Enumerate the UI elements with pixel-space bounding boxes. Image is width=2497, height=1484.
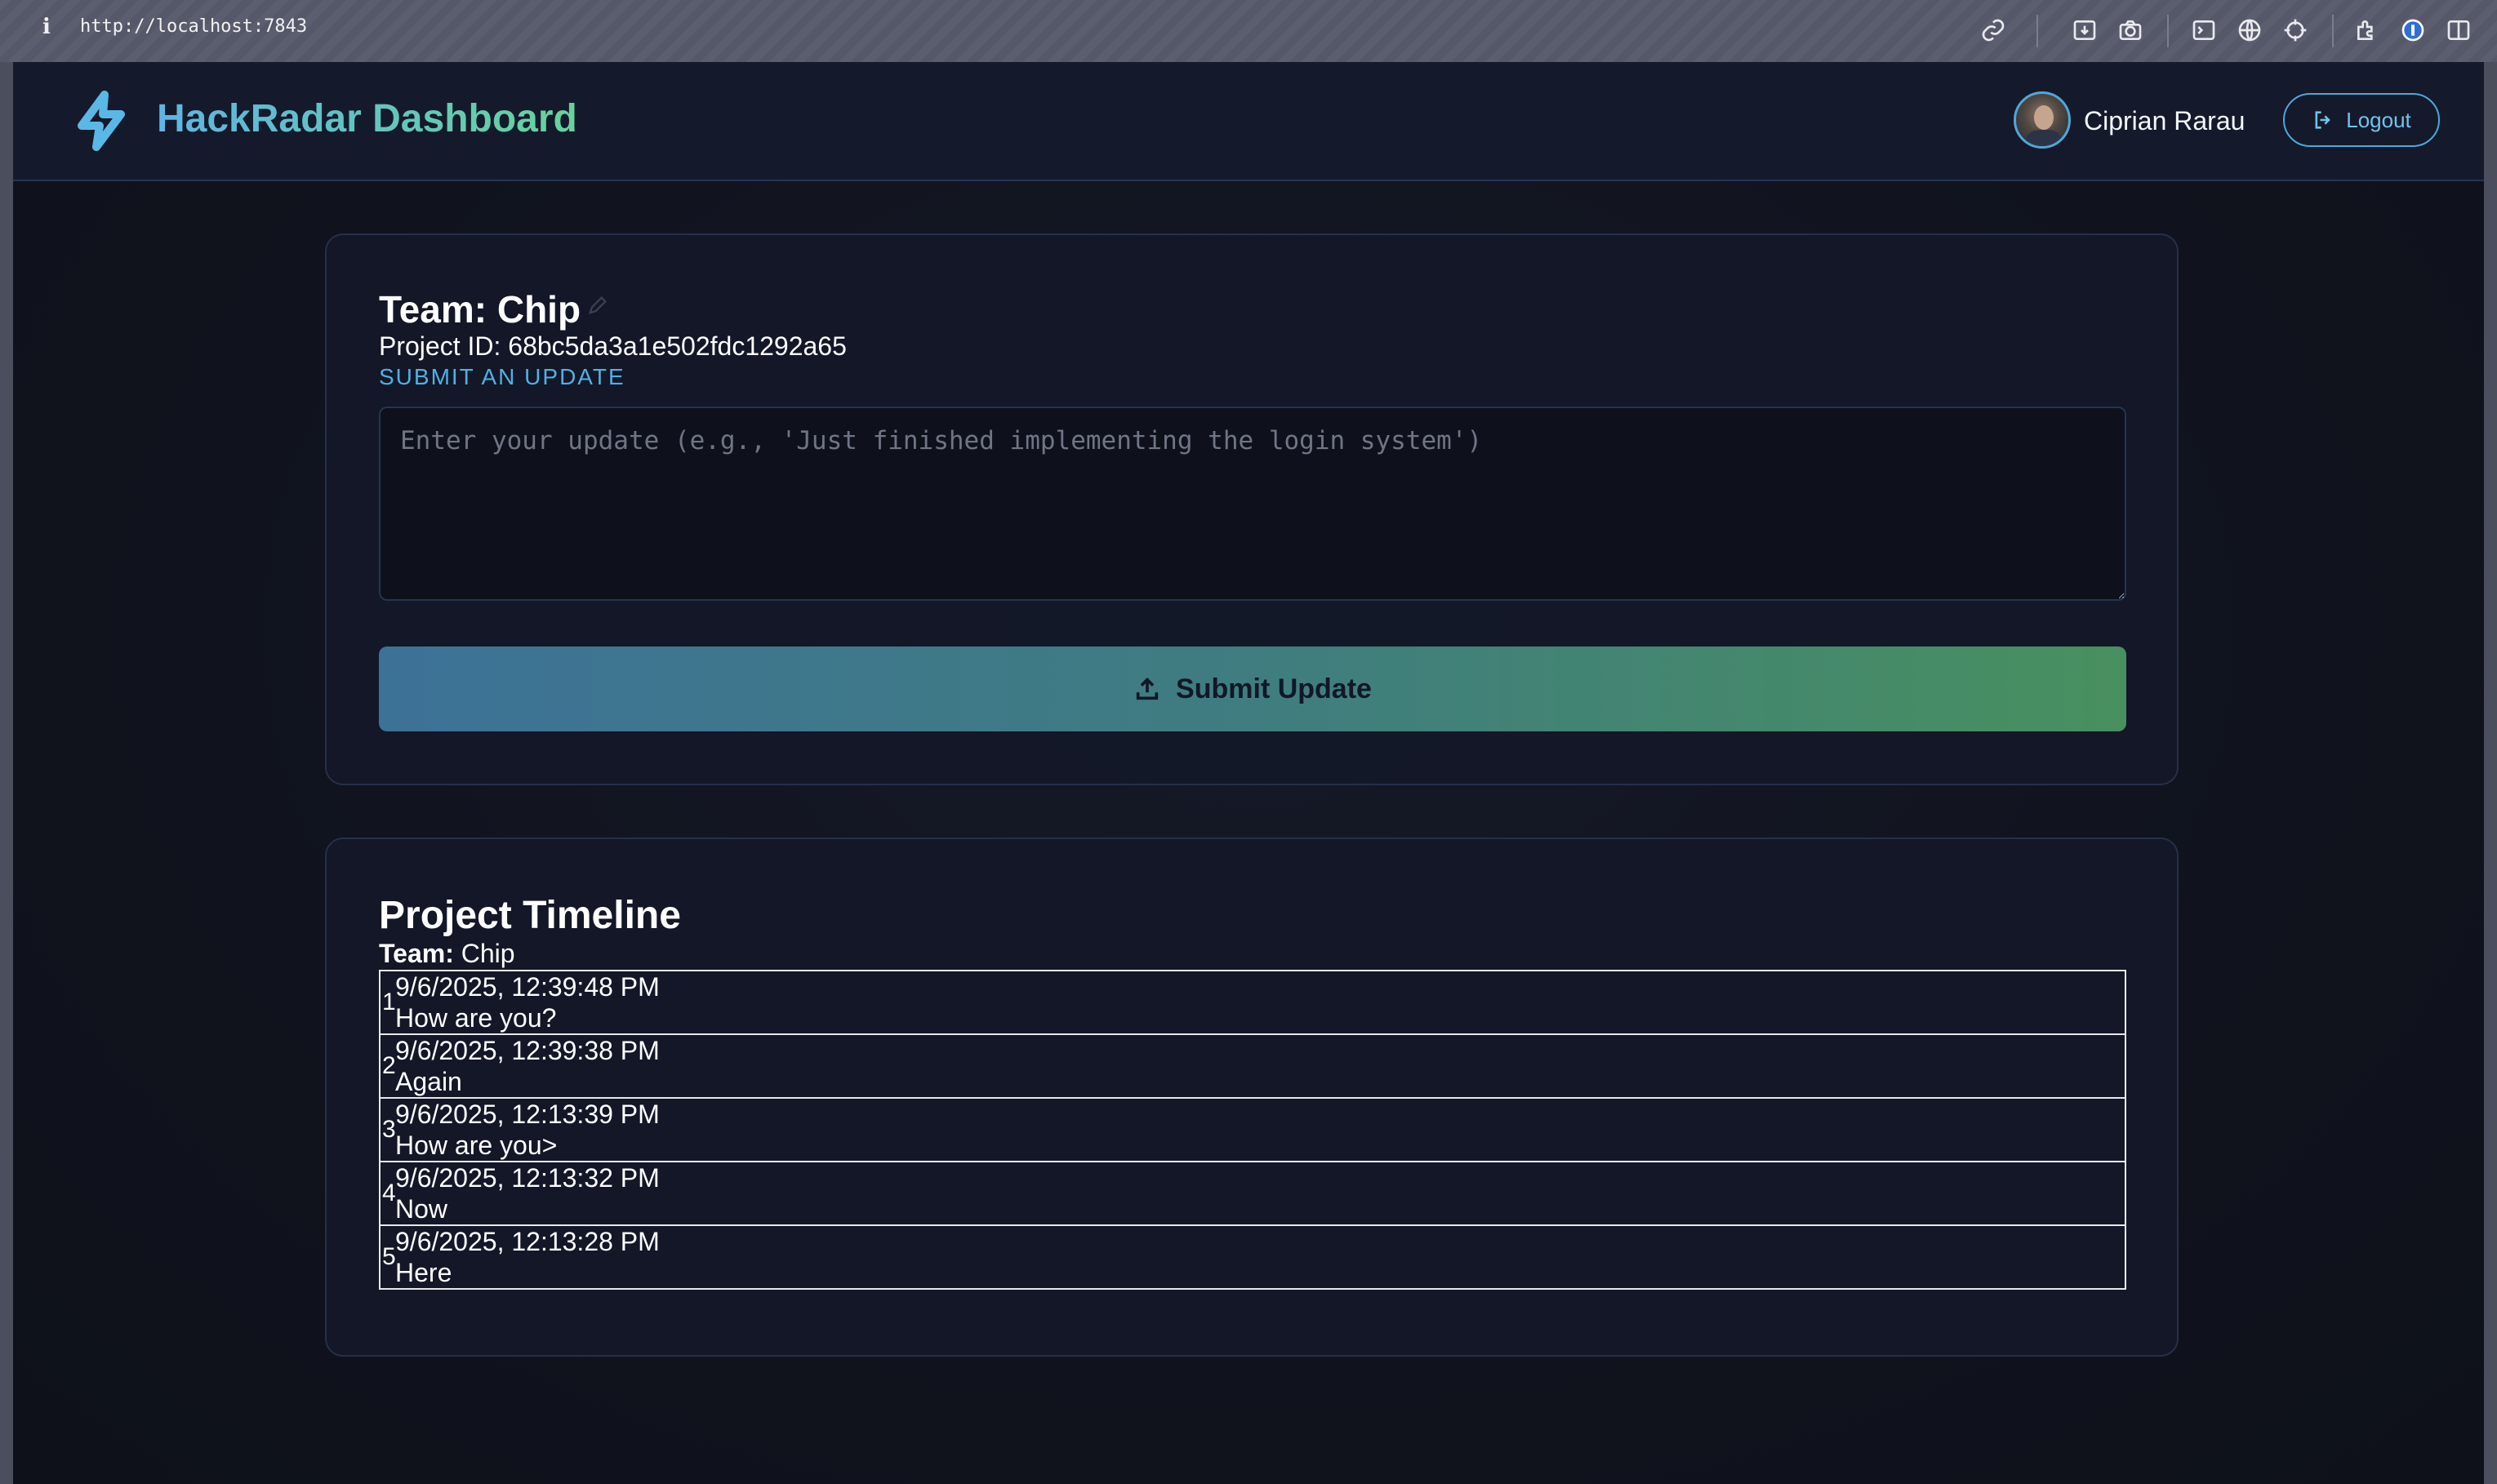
user-name: Ciprian Rarau (2084, 106, 2246, 136)
timeline-list: 1 9/6/2025, 12:39:48 PM How are you? 2 9… (379, 970, 2126, 1290)
logout-button[interactable]: Logout (2283, 93, 2440, 147)
team-title: Team: Chip (379, 288, 581, 331)
browser-toolbar: i http://localhost:7843 (0, 0, 2497, 62)
entry-index: 4 (382, 1180, 396, 1206)
logout-icon (2315, 111, 2331, 129)
entry-index: 3 (382, 1116, 396, 1143)
timeline-title: Project Timeline (379, 894, 681, 937)
project-timeline-card: Project Timeline Team: Chip 1 9/6/2025, … (325, 838, 2179, 1357)
timeline-team: Team: Chip (379, 939, 515, 969)
project-id: Project ID: 68bc5da3a1e502fdc1292a65 (379, 331, 847, 361)
page-viewport: HackRadar Dashboard Ciprian Rarau Logout… (13, 62, 2484, 1484)
edit-pencil-icon[interactable] (586, 294, 609, 317)
crosshair-icon[interactable] (2280, 15, 2311, 46)
toolbar-divider (2332, 15, 2334, 47)
terminal-icon[interactable] (2188, 15, 2219, 46)
entry-timestamp: 9/6/2025, 12:13:32 PM (395, 1163, 660, 1193)
site-info-icon[interactable]: i (42, 15, 56, 44)
window-edge (0, 62, 13, 1484)
submit-update-card: Team: Chip Project ID: 68bc5da3a1e502fdc… (325, 233, 2179, 785)
camera-icon[interactable] (2115, 15, 2146, 46)
entry-index: 5 (382, 1243, 396, 1270)
submit-update-label: Submit Update (1176, 673, 1372, 704)
update-textarea[interactable] (379, 407, 2126, 601)
logout-label: Logout (2346, 107, 2411, 132)
section-label: SUBMIT AN UPDATE (379, 364, 625, 389)
entry-message: Again (395, 1067, 462, 1096)
toolbar-divider (2036, 15, 2038, 47)
avatar-body (2026, 130, 2062, 146)
entry-index: 1 (382, 989, 396, 1015)
entry-message: How are you> (395, 1131, 558, 1160)
upload-icon (1136, 678, 1159, 700)
entry-message: Here (395, 1258, 452, 1287)
globe-icon[interactable] (2234, 15, 2265, 46)
avatar-face (2034, 105, 2054, 130)
link-icon[interactable] (1978, 15, 2009, 46)
timeline-team-label: Team: (379, 939, 454, 968)
toolbar-divider (2167, 15, 2169, 47)
timeline-entry: 3 9/6/2025, 12:13:39 PM How are you> (379, 1097, 2126, 1162)
entry-index: 2 (382, 1052, 396, 1079)
entry-timestamp: 9/6/2025, 12:39:48 PM (395, 972, 660, 1002)
entry-timestamp: 9/6/2025, 12:13:39 PM (395, 1100, 660, 1129)
app-title: HackRadar Dashboard (157, 97, 577, 140)
timeline-entry: 1 9/6/2025, 12:39:48 PM How are you? (379, 970, 2126, 1035)
app-header: HackRadar Dashboard Ciprian Rarau Logout (13, 62, 2484, 181)
timeline-entry: 5 9/6/2025, 12:13:28 PM Here (379, 1224, 2126, 1290)
submit-update-button[interactable]: Submit Update (379, 646, 2126, 731)
extensions-icon[interactable] (2352, 15, 2383, 46)
timeline-entry: 2 9/6/2025, 12:39:38 PM Again (379, 1033, 2126, 1099)
timeline-team-name: Chip (461, 939, 515, 968)
window-edge (2484, 62, 2497, 1484)
address-bar[interactable]: http://localhost:7843 (80, 16, 307, 37)
user-avatar[interactable] (2014, 91, 2071, 149)
entry-message: Now (395, 1194, 448, 1224)
entry-timestamp: 9/6/2025, 12:39:38 PM (395, 1036, 660, 1065)
entry-timestamp: 9/6/2025, 12:13:28 PM (395, 1227, 660, 1256)
download-icon[interactable] (2069, 15, 2100, 46)
timeline-entry: 4 9/6/2025, 12:13:32 PM Now (379, 1161, 2126, 1226)
entry-message: How are you? (395, 1003, 557, 1033)
lightning-bolt-icon (69, 88, 134, 153)
sidebar-icon[interactable] (2443, 15, 2474, 46)
password-manager-icon[interactable] (2397, 15, 2428, 46)
